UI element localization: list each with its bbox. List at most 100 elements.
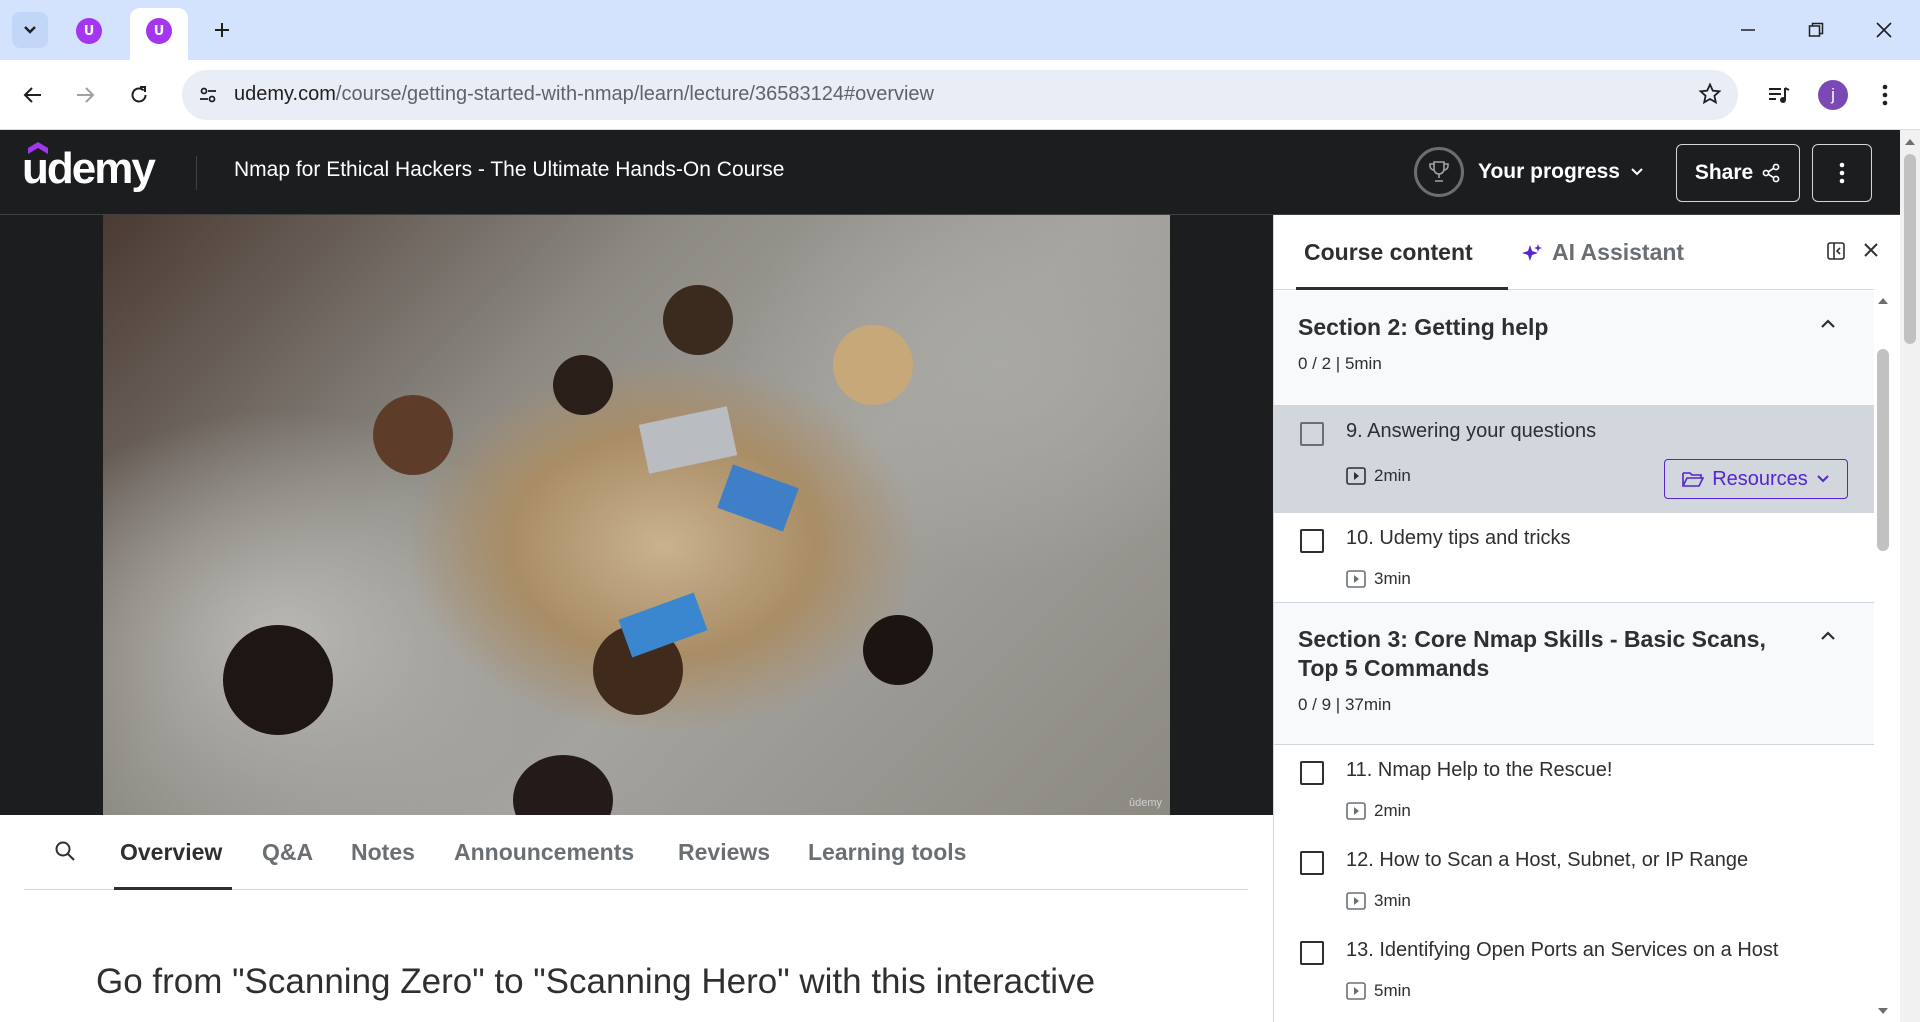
resources-dropdown[interactable]: Resources bbox=[1664, 459, 1848, 499]
tab-learning-tools[interactable]: Learning tools bbox=[808, 839, 966, 866]
video-person-shape bbox=[833, 325, 913, 405]
close-window-button[interactable] bbox=[1862, 10, 1906, 50]
trophy-icon bbox=[1429, 161, 1449, 182]
lecture-checkbox[interactable] bbox=[1300, 851, 1324, 875]
tab-course-content[interactable]: Course content bbox=[1304, 239, 1473, 266]
chevron-up-icon bbox=[1821, 631, 1835, 640]
tab-qa[interactable]: Q&A bbox=[262, 839, 313, 866]
progress-label: Your progress bbox=[1478, 160, 1620, 183]
kebab-menu-icon bbox=[1882, 84, 1888, 106]
sidebar-scroll-thumb[interactable] bbox=[1877, 349, 1889, 551]
folder-open-icon bbox=[1682, 472, 1705, 487]
lecture-duration: 5min bbox=[1346, 981, 1411, 1001]
course-header: udemy Nmap for Ethical Hackers - The Ult… bbox=[0, 130, 1900, 215]
section-header[interactable]: Section 2: Getting help 0 / 2 | 5min bbox=[1274, 291, 1874, 406]
chevron-down-icon bbox=[24, 26, 36, 34]
active-tab-indicator bbox=[1296, 287, 1508, 290]
header-divider bbox=[196, 156, 197, 190]
video-icon bbox=[1346, 467, 1366, 485]
udemy-logo[interactable]: udemy bbox=[22, 142, 156, 194]
more-options-button[interactable] bbox=[1812, 144, 1872, 202]
scroll-down-arrow-icon bbox=[1878, 1008, 1888, 1014]
scroll-up-arrow-icon bbox=[1878, 298, 1888, 304]
chevron-down-icon bbox=[1817, 475, 1829, 483]
video-laptop-shape bbox=[638, 406, 738, 474]
course-title[interactable]: Nmap for Ethical Hackers - The Ultimate … bbox=[234, 158, 784, 182]
tab-overview[interactable]: Overview bbox=[120, 839, 222, 866]
music-queue-icon bbox=[1769, 87, 1790, 103]
reload-button[interactable] bbox=[120, 76, 158, 114]
page-scroll-thumb[interactable] bbox=[1904, 154, 1916, 344]
lecture-item[interactable]: 11. Nmap Help to the Rescue! 2min bbox=[1274, 745, 1874, 835]
lecture-item[interactable]: 12. How to Scan a Host, Subnet, or IP Ra… bbox=[1274, 835, 1874, 925]
search-button[interactable] bbox=[54, 840, 76, 866]
video-person-shape bbox=[513, 755, 613, 815]
sidebar-scrollbar[interactable] bbox=[1873, 291, 1893, 1022]
arrow-right-icon bbox=[77, 87, 95, 103]
lecture-duration: 2min bbox=[1346, 466, 1411, 486]
kebab-menu-icon bbox=[1839, 162, 1845, 184]
share-icon bbox=[1762, 163, 1780, 183]
tab-announcements[interactable]: Announcements bbox=[454, 839, 634, 866]
udemy-favicon-icon: U bbox=[83, 23, 95, 39]
tab-reviews[interactable]: Reviews bbox=[678, 839, 770, 866]
course-content-list: Section 2: Getting help 0 / 2 | 5min 9. … bbox=[1274, 291, 1874, 1022]
tab-search-dropdown-button[interactable] bbox=[12, 12, 48, 48]
address-bar[interactable]: udemy.com/course/getting-started-with-nm… bbox=[182, 70, 1738, 120]
browser-menu-button[interactable] bbox=[1866, 76, 1904, 114]
lecture-duration: 3min bbox=[1346, 891, 1411, 911]
restore-icon bbox=[1808, 22, 1824, 37]
lecture-checkbox[interactable] bbox=[1300, 761, 1324, 785]
active-tab-indicator bbox=[114, 887, 232, 890]
bookmark-star-button[interactable] bbox=[1698, 82, 1722, 110]
lecture-item[interactable]: 10. Udemy tips and tricks 3min bbox=[1274, 513, 1874, 603]
lecture-title: 12. How to Scan a Host, Subnet, or IP Ra… bbox=[1346, 849, 1749, 871]
restore-button[interactable] bbox=[1794, 10, 1838, 50]
sidebar-header: Course content AI Assistant bbox=[1274, 215, 1878, 290]
forward-button[interactable] bbox=[66, 76, 104, 114]
back-button[interactable] bbox=[14, 76, 52, 114]
media-controls-button[interactable] bbox=[1760, 76, 1798, 114]
video-person-shape bbox=[223, 625, 333, 735]
tab-notes[interactable]: Notes bbox=[351, 839, 415, 866]
video-player[interactable]: ûdemy bbox=[0, 215, 1273, 815]
new-tab-button[interactable] bbox=[206, 14, 238, 46]
duration-text: 3min bbox=[1374, 569, 1411, 588]
chevron-down-icon bbox=[1631, 168, 1643, 176]
page-scrollbar[interactable] bbox=[1900, 130, 1920, 1022]
minimize-icon bbox=[1741, 29, 1755, 31]
video-icon bbox=[1346, 892, 1366, 910]
video-person-shape bbox=[663, 285, 733, 355]
lecture-item[interactable]: 9. Answering your questions 2min Resourc… bbox=[1274, 406, 1874, 513]
video-icon bbox=[1346, 982, 1366, 1000]
lecture-title: 11. Nmap Help to the Rescue! bbox=[1346, 759, 1613, 781]
resources-label: Resources bbox=[1712, 467, 1808, 490]
lecture-item[interactable]: 13. Identifying Open Ports an Services o… bbox=[1274, 925, 1874, 1015]
share-button[interactable]: Share bbox=[1676, 144, 1800, 202]
progress-dropdown[interactable]: Your progress bbox=[1414, 146, 1644, 198]
lecture-checkbox[interactable] bbox=[1300, 941, 1324, 965]
udemy-hat-icon bbox=[28, 142, 48, 154]
browser-tab-udemy-1[interactable]: U bbox=[76, 18, 102, 44]
url-text: udemy.com/course/getting-started-with-nm… bbox=[234, 83, 934, 106]
video-folder-shape bbox=[717, 464, 799, 532]
close-icon[interactable] bbox=[1862, 241, 1880, 259]
section-meta: 0 / 2 | 5min bbox=[1298, 354, 1382, 373]
collapse-sidebar-icon[interactable] bbox=[1826, 241, 1846, 261]
duration-text: 3min bbox=[1374, 891, 1411, 910]
lecture-checkbox[interactable] bbox=[1300, 422, 1324, 446]
lecture-duration: 3min bbox=[1346, 569, 1411, 589]
site-info-button[interactable] bbox=[192, 79, 224, 111]
avatar: j bbox=[1818, 80, 1848, 110]
profile-button[interactable]: j bbox=[1814, 76, 1852, 114]
section-header[interactable]: Section 3: Core Nmap Skills - Basic Scan… bbox=[1274, 603, 1874, 745]
browser-toolbar: udemy.com/course/getting-started-with-nm… bbox=[0, 60, 1920, 130]
tab-ai-assistant[interactable]: AI Assistant bbox=[1552, 239, 1684, 266]
video-frame[interactable]: ûdemy bbox=[103, 215, 1170, 815]
video-person-shape bbox=[553, 355, 613, 415]
minimize-button[interactable] bbox=[1726, 10, 1770, 50]
star-icon bbox=[1698, 82, 1722, 105]
lecture-title: 9. Answering your questions bbox=[1346, 420, 1597, 442]
lecture-checkbox[interactable] bbox=[1300, 529, 1324, 553]
video-person-shape bbox=[373, 395, 453, 475]
